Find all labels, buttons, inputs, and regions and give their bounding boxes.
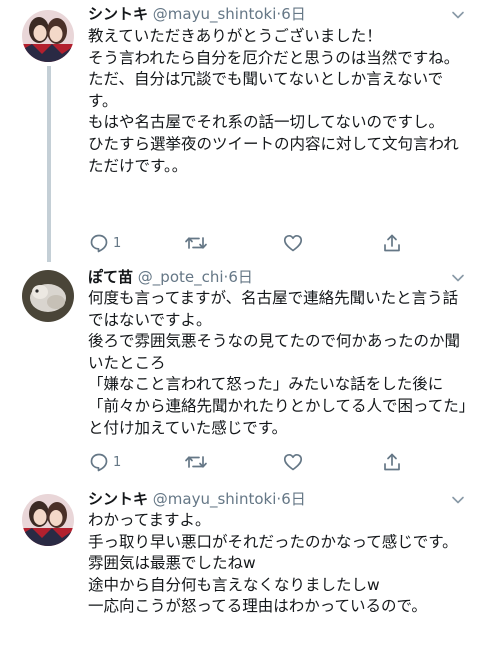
reply-count: 1 bbox=[113, 235, 122, 251]
thread-line bbox=[47, 66, 51, 262]
share-icon bbox=[381, 232, 403, 254]
tweet-header: シントキ @mayu_shintoki·6日 bbox=[88, 3, 444, 25]
avatar[interactable] bbox=[22, 270, 74, 322]
tweet-text: 教えていただきありがとうございました！ そう言われたら自分を厄介だと思うのは当然… bbox=[88, 27, 460, 175]
like-button[interactable] bbox=[282, 450, 307, 474]
like-icon bbox=[282, 232, 304, 254]
display-name[interactable]: シントキ bbox=[88, 5, 148, 23]
share-button[interactable] bbox=[381, 231, 403, 255]
user-handle[interactable]: @_pote_chi bbox=[138, 268, 224, 286]
chevron-down-icon[interactable] bbox=[450, 492, 466, 508]
reply-button[interactable]: 1 bbox=[88, 450, 121, 474]
retweet-button[interactable] bbox=[184, 231, 211, 255]
share-icon bbox=[381, 451, 403, 473]
share-button[interactable] bbox=[381, 450, 403, 474]
display-name[interactable]: ぽて苗 bbox=[88, 268, 133, 286]
tweet-text: 何度も言ってますが、名古屋で連絡先聞いたと言う話ではないですよ。 後ろで雰囲気悪… bbox=[88, 289, 467, 437]
timestamp[interactable]: 6日 bbox=[281, 5, 306, 23]
like-button[interactable] bbox=[282, 231, 307, 255]
chevron-down-icon[interactable] bbox=[450, 270, 466, 286]
display-name[interactable]: シントキ bbox=[88, 490, 148, 508]
retweet-button[interactable] bbox=[184, 450, 211, 474]
timestamp[interactable]: 6日 bbox=[281, 490, 306, 508]
chevron-down-icon[interactable] bbox=[450, 7, 466, 23]
tweet-header: シントキ @mayu_shintoki·6日 bbox=[88, 488, 444, 510]
avatar[interactable] bbox=[22, 10, 74, 62]
retweet-icon bbox=[184, 451, 208, 473]
tweet-text: わかってますよ。 手っ取り早い悪口がそれだったのかなって感じです。 雰囲気は最悪… bbox=[88, 511, 458, 616]
avatar[interactable] bbox=[22, 494, 74, 546]
tweet[interactable]: シントキ @mayu_shintoki·6日 わかってますよ。 手っ取り早い悪口… bbox=[0, 486, 480, 646]
reply-count: 1 bbox=[113, 454, 122, 470]
retweet-icon bbox=[184, 232, 208, 254]
reply-icon bbox=[88, 232, 110, 254]
tweet-actions: 1 bbox=[88, 450, 428, 474]
user-handle[interactable]: @mayu_shintoki bbox=[153, 5, 277, 23]
reply-button[interactable]: 1 bbox=[88, 231, 121, 255]
reply-icon bbox=[88, 451, 110, 473]
user-handle[interactable]: @mayu_shintoki bbox=[153, 490, 277, 508]
tweet[interactable]: シントキ @mayu_shintoki·6日 教えていただきありがとうございまし… bbox=[0, 0, 480, 262]
tweet[interactable]: ぽて苗 @_pote_chi·6日 何度も言ってますが、名古屋で連絡先聞いたと言… bbox=[0, 262, 480, 486]
tweet-header: ぽて苗 @_pote_chi·6日 bbox=[88, 266, 444, 288]
tweet-actions: 1 bbox=[88, 231, 428, 255]
like-icon bbox=[282, 451, 304, 473]
timestamp[interactable]: 6日 bbox=[228, 268, 253, 286]
